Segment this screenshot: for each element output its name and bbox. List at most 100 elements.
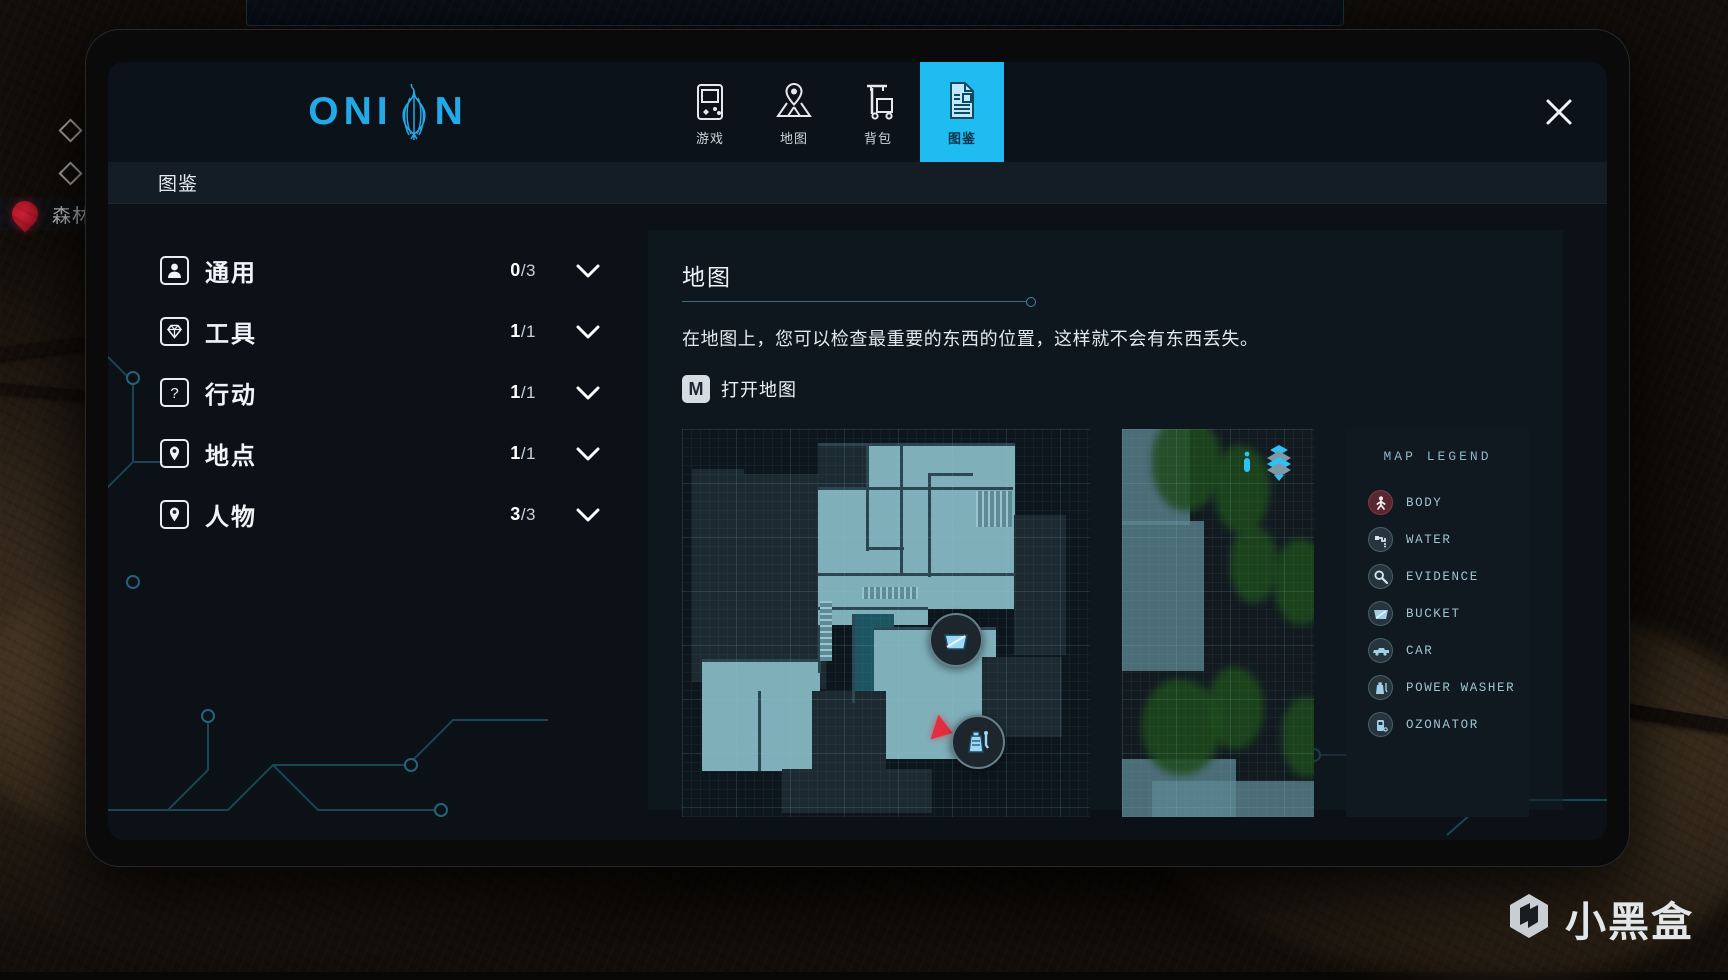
legend-row-water: WATER [1346,521,1529,558]
tab-game-label: 游戏 [696,128,724,147]
question-mark-icon: ? [160,378,189,407]
tab-backpack[interactable]: 背包 [836,62,920,162]
onion-bulb-icon [391,84,437,140]
floorplan-map[interactable] [682,429,1090,817]
count-current: 1 [510,321,521,341]
count-current: 3 [510,504,521,524]
count-total: /1 [521,444,536,463]
diamond-marker-icon [58,161,82,185]
detail-panel: 地图 在地图上，您可以检查最重要的东西的位置，这样就不会有东西丢失。 M 打开地… [648,230,1563,810]
close-x-icon [1543,96,1575,128]
sidebar-item-characters-label: 人物 [205,497,510,532]
tab-codex-label: 图鉴 [948,128,976,147]
legend-row-car: CAR [1346,632,1529,669]
page-subheader: 图鉴 [108,162,1607,204]
topbar-spacer [1004,62,1511,162]
app-topbar: ONI N [108,62,1607,162]
watermark-text: 小黑盒 [1565,888,1694,948]
legend-label-power-washer: POWER WASHER [1406,681,1515,695]
legend-label-body: BODY [1406,496,1442,510]
count-current: 1 [510,443,521,463]
location-pin-icon [160,439,189,468]
sidebar-item-tools-label: 工具 [205,314,510,349]
map-legend-title: MAP LEGEND [1346,449,1529,464]
sidebar-item-general-label: 通用 [205,253,510,288]
red-location-pin-icon [7,196,44,233]
page-title: 图鉴 [158,169,198,196]
detail-description: 在地图上，您可以检查最重要的东西的位置，这样就不会有东西丢失。 [682,325,1529,351]
keybind-hint-label: 打开地图 [721,376,797,402]
map-pin-bucket[interactable] [929,613,983,667]
brand-wordmark: ONI N [308,84,468,140]
count-total: /3 [521,261,536,280]
legend-label-ozonator: OZONATOR [1406,718,1479,732]
chevron-down-icon[interactable] [574,323,602,341]
background-game-panel [246,0,1344,26]
legend-row-ozonator: OZONATOR [1346,706,1529,743]
tab-codex[interactable]: 图鉴 [920,62,1004,162]
terrain-map[interactable] [1122,429,1314,817]
count-total: /1 [521,383,536,402]
location-pin-icon [160,500,189,529]
watermark: 小黑盒 [1506,888,1694,948]
tab-backpack-label: 背包 [864,128,892,147]
ozonator-icon [1368,712,1393,737]
sidebar-item-places-label: 地点 [205,436,510,471]
sidebar-item-actions-count: 1/1 [510,382,536,403]
tab-map[interactable]: 地图 [752,62,836,162]
count-current: 0 [510,260,521,280]
document-page-icon [945,78,979,122]
category-sidebar: 通用 0/3 工具 [108,204,648,840]
sidebar-item-tools-count: 1/1 [510,321,536,342]
legend-row-power-washer: POWER WASHER [1346,669,1529,706]
sidebar-item-actions-label: 行动 [205,375,510,410]
detail-title: 地图 [682,258,1529,292]
sidebar-item-places-count: 1/1 [510,443,536,464]
chevron-down-icon[interactable] [574,262,602,280]
sidebar-item-general[interactable]: 通用 0/3 [160,240,648,301]
bucket-icon [1368,601,1393,626]
legend-label-evidence: EVIDENCE [1406,570,1479,584]
brand-text-right: N [435,90,468,134]
map-layers-icon[interactable] [1241,442,1301,486]
legend-row-bucket: BUCKET [1346,595,1529,632]
layers-stack-icon [1257,442,1301,486]
main-tabs: 游戏 地图 [668,62,1004,162]
gem-diamond-icon [160,317,189,346]
count-total: /1 [521,322,536,341]
cart-trolley-icon [861,78,895,122]
tab-game[interactable]: 游戏 [668,62,752,162]
handheld-console-icon [694,78,726,122]
map-pin-power-washer[interactable] [951,715,1005,769]
magnifier-icon [1368,564,1393,589]
map-person-icon [1241,449,1253,479]
tab-map-label: 地图 [780,128,808,147]
sidebar-item-characters[interactable]: 人物 3/3 [160,484,648,545]
person-card-icon [160,256,189,285]
legend-label-bucket: BUCKET [1406,607,1461,621]
legend-row-body: BODY [1346,484,1529,521]
tablet-device: ONI N [86,30,1629,866]
sidebar-item-places[interactable]: 地点 1/1 [160,423,648,484]
legend-row-evidence: EVIDENCE [1346,558,1529,595]
chevron-down-icon[interactable] [574,506,602,524]
close-button[interactable] [1511,62,1607,162]
sidebar-item-actions[interactable]: ? 行动 1/1 [160,362,648,423]
body-icon [1368,490,1393,515]
app-brand: ONI N [108,62,668,162]
count-total: /3 [521,505,536,524]
page-content: 通用 0/3 工具 [108,204,1607,840]
map-preview: MAP LEGEND BODY [682,429,1529,817]
chevron-down-icon[interactable] [574,384,602,402]
car-icon [1368,638,1393,663]
chevron-down-icon[interactable] [574,445,602,463]
map-legend: MAP LEGEND BODY [1346,429,1529,817]
count-current: 1 [510,382,521,402]
power-washer-icon [964,728,992,756]
svg-text:?: ? [170,385,178,402]
xiaoheihe-logo-icon [1506,892,1552,944]
sidebar-item-tools[interactable]: 工具 1/1 [160,301,648,362]
legend-label-car: CAR [1406,644,1433,658]
map-pin-icon [775,78,813,122]
sidebar-item-characters-count: 3/3 [510,504,536,525]
